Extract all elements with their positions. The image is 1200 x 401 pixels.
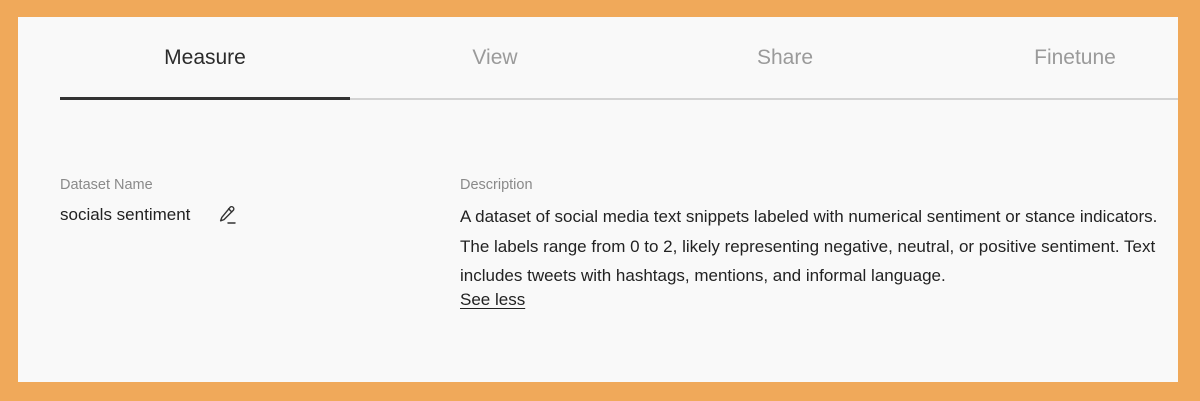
tab-share-label: Share [756, 45, 814, 69]
dataset-panel: Measure View Share Finetune Dataset Name… [18, 17, 1178, 382]
dataset-name-field: Dataset Name socials sentiment [60, 177, 240, 228]
tab-finetune-label: Finetune [1034, 45, 1116, 69]
dataset-name-row: socials sentiment [60, 202, 240, 228]
description-text: A dataset of social media text snippets … [460, 207, 1158, 285]
tab-measure[interactable]: Measure [60, 17, 350, 100]
tab-share[interactable]: Share [640, 17, 930, 100]
tab-bar: Measure View Share Finetune [60, 17, 1178, 100]
description-label: Description [460, 177, 533, 193]
dataset-name-value: socials sentiment [60, 205, 191, 224]
dataset-name-label: Dataset Name [60, 177, 153, 193]
pencil-icon[interactable] [214, 202, 240, 228]
description-field: Description A dataset of social media te… [460, 177, 1175, 310]
tab-view-label: View [472, 45, 518, 69]
tab-view[interactable]: View [350, 17, 640, 100]
tab-measure-label: Measure [164, 45, 246, 69]
tab-finetune[interactable]: Finetune [930, 17, 1178, 100]
see-less-link[interactable]: See less [460, 290, 525, 310]
